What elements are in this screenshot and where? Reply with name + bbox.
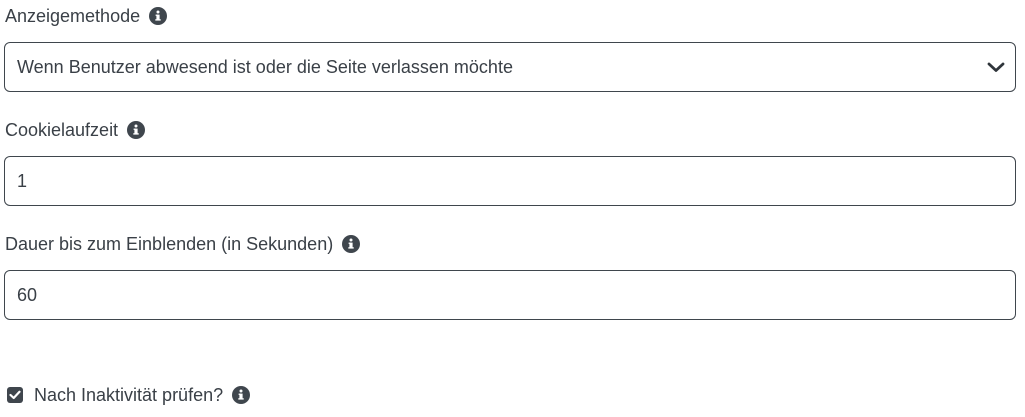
cookie-duration-value: 1: [17, 170, 28, 191]
delay-input[interactable]: 60: [4, 270, 1016, 320]
display-method-label: Anzeigemethode: [5, 5, 168, 27]
chevron-down-icon[interactable]: [983, 54, 1009, 80]
info-icon[interactable]: [342, 235, 361, 253]
info-icon[interactable]: [127, 121, 146, 139]
cookie-duration-label: Cookielaufzeit: [5, 119, 146, 141]
info-icon[interactable]: [149, 7, 168, 25]
info-icon[interactable]: [232, 386, 251, 404]
display-method-select[interactable]: Wenn Benutzer abwesend ist oder die Seit…: [4, 42, 1016, 92]
cookie-duration-label-text: Cookielaufzeit: [5, 120, 119, 140]
delay-value: 60: [17, 284, 38, 305]
inactivity-check-row: Nach Inaktivität prüfen?: [7, 384, 251, 406]
inactivity-checkbox[interactable]: [7, 387, 23, 403]
delay-label-text: Dauer bis zum Einblenden (in Sekunden): [5, 234, 334, 254]
cookie-duration-input[interactable]: 1: [4, 156, 1016, 206]
checkmark-icon: [9, 390, 21, 400]
display-method-selected-value: Wenn Benutzer abwesend ist oder die Seit…: [17, 56, 513, 77]
delay-label: Dauer bis zum Einblenden (in Sekunden): [5, 233, 361, 255]
display-method-label-text: Anzeigemethode: [5, 6, 141, 26]
inactivity-check-label[interactable]: Nach Inaktivität prüfen?: [34, 384, 223, 406]
